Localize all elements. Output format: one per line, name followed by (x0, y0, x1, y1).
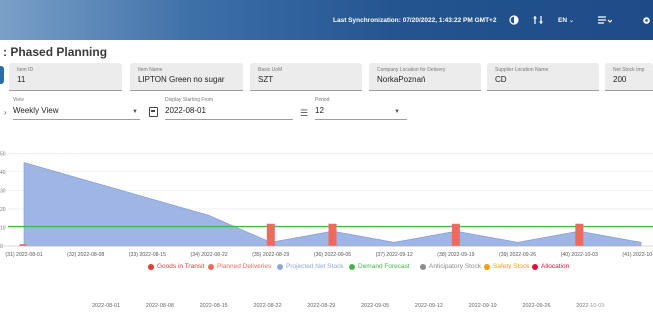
y-tick-label: 20 (0, 207, 6, 213)
legend-label: Allocation (541, 263, 570, 270)
display-from-underline (165, 119, 293, 120)
navigator-label: 2022-09-12 (414, 303, 443, 309)
chevron-right-icon[interactable]: › (4, 108, 7, 117)
legend-item[interactable]: Safety Stock (484, 263, 530, 270)
x-tick-label: (36) 2022-09-05 (314, 252, 351, 258)
y-tick-label: 10 (0, 225, 6, 231)
language-label: EN (558, 17, 568, 24)
item-name-field[interactable]: Item Name LIPTON Green no sugar (130, 63, 243, 91)
legend-label: Goods in Transit (157, 263, 205, 270)
language-selector[interactable]: EN ⌄ (558, 17, 574, 24)
dropdown-arrow-icon: ▼ (394, 109, 400, 115)
legend-marker (349, 263, 355, 270)
net-stock-label: Net Stock Imp (613, 67, 645, 73)
legend-item[interactable]: Demand Forecast (349, 263, 410, 270)
navigator-label: 2022-09-19 (468, 303, 497, 309)
fade-overlay (573, 280, 653, 316)
x-tick-label: (34) 2022-08-22 (190, 252, 227, 258)
navigator-label: 2022-08-22 (253, 303, 282, 309)
supplier-location-label: Supplier Location Name (495, 67, 549, 73)
legend-item[interactable]: Allocation (532, 263, 569, 270)
x-tick-label: (32) 2022-08-08 (67, 252, 104, 258)
legend-item[interactable]: Anticipatory Stock (420, 263, 481, 270)
item-id-label: Item ID (17, 67, 34, 73)
navigator-label: 2022-08-01 (92, 303, 121, 309)
legend-label: Demand Forecast (358, 263, 410, 270)
x-tick-label: (38) 2022-09-19 (437, 252, 474, 258)
x-tick-label: (33) 2022-08-15 (129, 252, 166, 258)
view-value: Weekly View (13, 106, 59, 115)
chevron-down-icon: ⌄ (569, 18, 575, 24)
x-tick-label: (37) 2022-09-12 (376, 252, 413, 258)
display-from-label: Display Starting From (165, 97, 214, 103)
x-tick-label: (35) 2022-08-29 (252, 252, 289, 258)
period-underline (315, 119, 407, 120)
legend-marker (148, 263, 154, 270)
filter-icon[interactable]: ☰ (300, 108, 308, 119)
legend-marker (277, 263, 283, 270)
company-location-value: NorkaPoznań (377, 75, 426, 84)
top-navigation-bar: Last Synchronization: 07/20/2022, 1:43:2… (0, 0, 653, 40)
y-tick-label: 0 (0, 244, 3, 250)
period-label: Period (315, 97, 330, 103)
sidebar-toggle[interactable] (0, 66, 4, 84)
x-tick-label: (39) 2022-09-26 (499, 252, 536, 258)
page-title-text: Phased Planning (10, 45, 108, 59)
view-label: View (13, 97, 24, 103)
company-location-field[interactable]: Company Location for Delivery NorkaPozna… (369, 63, 481, 91)
legend-label: Safety Stock (493, 263, 530, 270)
legend-marker (208, 263, 214, 270)
display-from-value: 2022-08-01 (165, 106, 206, 115)
display-from-input[interactable]: Display Starting From 2022-08-01 (165, 97, 293, 120)
planned-delivery-bar (266, 223, 275, 246)
calendar-icon[interactable] (149, 107, 158, 117)
item-name-label: Item Name (138, 67, 163, 73)
legend-label: Projected Net Stock (286, 263, 344, 270)
net-stock-value: 200 (613, 75, 627, 84)
x-tick-label: (31) 2022-08-01 (5, 252, 42, 258)
company-location-label: Company Location for Delivery (377, 67, 446, 73)
dropdown-arrow-icon: ▼ (132, 109, 138, 115)
sync-status: Last Synchronization: 07/20/2022, 1:43:2… (333, 17, 497, 24)
y-tick-label: 50 (0, 151, 6, 157)
list-menu-icon[interactable] (597, 12, 613, 28)
basic-uom-label: Basic UoM (258, 67, 283, 73)
phased-planning-chart: 0 10 20 30 40 50 (31) 2022-08-01 (32) 2022-08-0… (0, 151, 653, 258)
navigator-label: 2022-08-15 (199, 303, 228, 309)
item-id-field[interactable]: Item ID 11 (9, 63, 122, 91)
view-underline (13, 119, 140, 120)
legend-item[interactable]: Goods in Transit (148, 263, 204, 270)
y-tick-label: 40 (0, 170, 6, 176)
navigator-label: 2022-08-08 (145, 303, 174, 309)
gear-icon[interactable] (638, 12, 653, 28)
supplier-location-field[interactable]: Supplier Location Name CD (487, 63, 599, 91)
planned-delivery-bar (451, 223, 460, 246)
view-select[interactable]: View Weekly View ▼ (13, 97, 140, 120)
legend-item[interactable]: Planned Deliveries (208, 263, 271, 270)
contrast-icon[interactable] (506, 12, 522, 28)
planned-delivery-bar (328, 223, 337, 246)
item-name-value: LIPTON Green no sugar (138, 75, 225, 84)
basic-uom-value: SZT (258, 75, 274, 84)
legend-label: Planned Deliveries (217, 263, 272, 270)
item-id-value: 11 (17, 75, 26, 84)
net-stock-field[interactable]: Net Stock Imp 200 (605, 63, 653, 91)
x-tick-label: (40) 2022-10-03 (561, 252, 598, 258)
legend-marker (420, 263, 426, 270)
legend-label: Anticipatory Stock (429, 263, 482, 270)
page-title: : Phased Planning (3, 45, 108, 59)
navigator-label: 2022-09-05 (361, 303, 390, 309)
supplier-location-value: CD (495, 75, 507, 84)
legend-marker (484, 263, 490, 270)
period-select[interactable]: Period 12 ▼ (315, 97, 407, 120)
settings-adjust-icon[interactable] (530, 12, 546, 28)
navigator-label: 2022-09-26 (522, 303, 551, 309)
legend-marker (532, 263, 538, 270)
planned-delivery-bar (575, 223, 584, 246)
x-tick-label: (41) 2022-10-10 (622, 252, 653, 258)
navigator-label: 2022-08-29 (307, 303, 336, 309)
legend-item[interactable]: Projected Net Stock (277, 263, 343, 270)
y-tick-label: 30 (0, 188, 6, 194)
basic-uom-field[interactable]: Basic UoM SZT (250, 63, 362, 91)
